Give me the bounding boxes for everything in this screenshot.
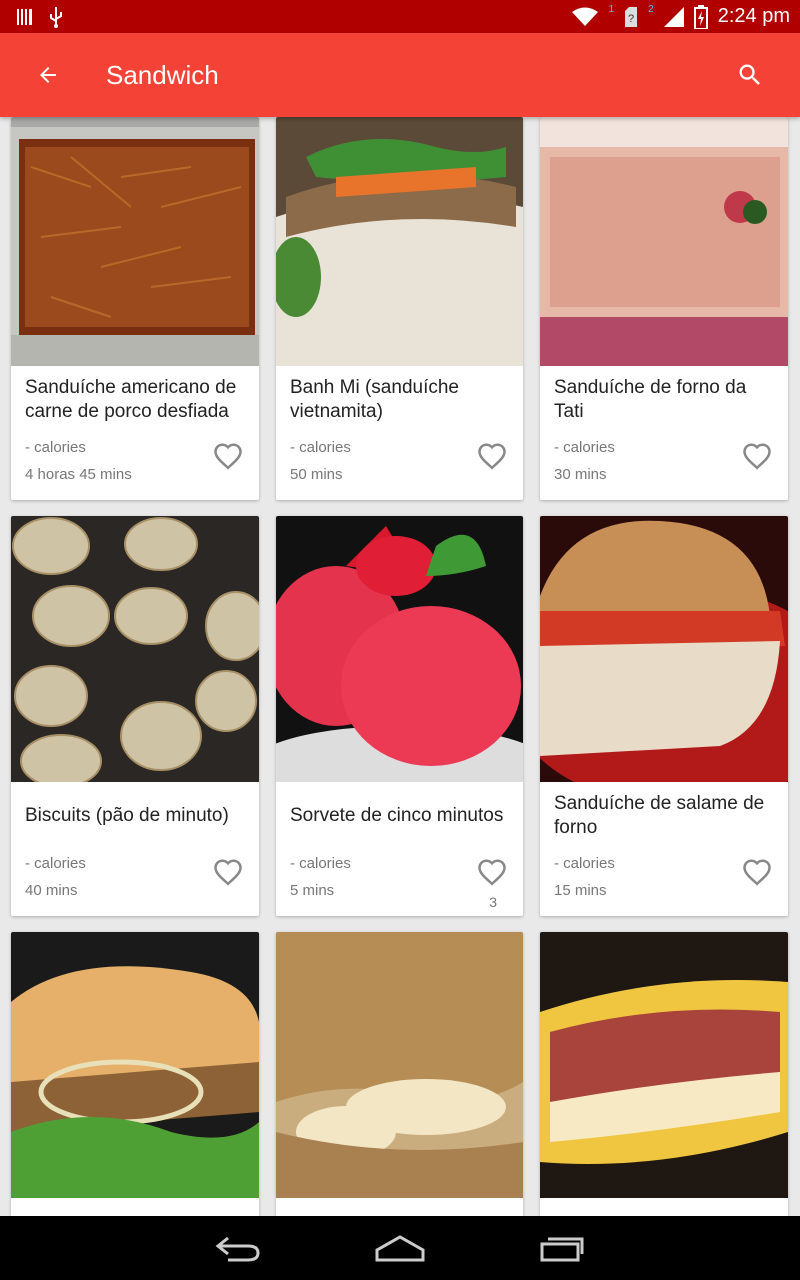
sim2-label: 2: [648, 4, 654, 15]
recipe-card[interactable]: Banh Mi (sanduíche vietnamita) - calorie…: [276, 117, 523, 500]
recipe-card[interactable]: [11, 932, 259, 1216]
sim-unknown-icon: ?: [625, 6, 638, 27]
svg-text:?: ?: [628, 13, 634, 25]
search-icon: [739, 64, 760, 85]
favorite-heart-icon[interactable]: [742, 442, 772, 470]
battery-charging-icon: [693, 4, 708, 29]
recipe-time: 15 mins: [554, 882, 607, 899]
recipe-photo: [540, 932, 788, 1198]
barcode-icon: [17, 8, 32, 25]
recipe-title: Sanduíche americano de carne de porco de…: [25, 377, 237, 422]
recipe-card[interactable]: Sanduíche de salame de forno - calories …: [540, 516, 788, 916]
back-nav-icon[interactable]: [214, 1234, 262, 1262]
recipe-photo: [276, 932, 523, 1198]
recipe-calories: - calories: [25, 439, 86, 456]
recipe-title: [554, 1208, 774, 1216]
system-nav-bar: [0, 1216, 800, 1280]
favorite-heart-icon[interactable]: [477, 442, 507, 470]
recipe-card[interactable]: Sanduíche americano de carne de porco de…: [11, 117, 259, 500]
favorite-heart-icon[interactable]: [477, 858, 507, 886]
status-bar: 1 ? 2 2:24 pm: [0, 0, 800, 33]
recipe-card[interactable]: Biscuits (pão de minuto) - calories 40 m…: [11, 516, 259, 916]
recipe-calories: - calories: [25, 855, 86, 872]
home-nav-icon[interactable]: [374, 1234, 426, 1262]
status-time: 2:24 pm: [717, 5, 790, 27]
recipe-calories: - calories: [554, 439, 615, 456]
recipe-title: [290, 1208, 509, 1216]
recipe-time: 30 mins: [554, 466, 607, 483]
arrow-back-icon: [40, 67, 56, 83]
recipe-photo: [540, 516, 788, 782]
recipe-photo: [276, 117, 523, 366]
recipe-card[interactable]: Sorvete de cinco minutos - calories 5 mi…: [276, 516, 523, 916]
search-button[interactable]: [726, 51, 774, 99]
wifi-icon: [571, 7, 598, 26]
recipe-list[interactable]: Sanduíche americano de carne de porco de…: [0, 117, 800, 1216]
page-title: Sandwich: [106, 59, 219, 90]
recipe-photo: [11, 117, 259, 366]
recipe-card[interactable]: Sanduíche de forno da Tati - calories 30…: [540, 117, 788, 500]
recipe-card[interactable]: [276, 932, 523, 1216]
favorite-heart-icon[interactable]: [742, 858, 772, 886]
recipe-photo: [276, 516, 523, 782]
recipe-photo: [540, 117, 788, 366]
app-bar: Sandwich: [0, 33, 800, 117]
recipe-card[interactable]: [540, 932, 788, 1216]
sim1-label: 1: [608, 4, 615, 15]
signal-icon: [663, 6, 684, 27]
recipe-title: Biscuits (pão de minuto): [25, 805, 229, 826]
recipe-calories: - calories: [554, 855, 615, 872]
recipe-title: Banh Mi (sanduíche vietnamita): [290, 377, 459, 422]
recipe-photo: [11, 932, 259, 1198]
usb-icon: [50, 6, 62, 28]
like-count: 3: [489, 894, 497, 910]
recipe-title: Sanduíche de salame de forno: [554, 793, 765, 838]
back-button[interactable]: [24, 51, 72, 99]
favorite-heart-icon[interactable]: [213, 442, 243, 470]
recipe-title: [25, 1208, 245, 1216]
recipe-photo: [11, 516, 259, 782]
recipe-time: 4 horas 45 mins: [25, 466, 132, 483]
recents-nav-icon[interactable]: [538, 1234, 586, 1262]
favorite-heart-icon[interactable]: [213, 858, 243, 886]
recipe-title: Sorvete de cinco minutos: [290, 805, 504, 826]
recipe-title: Sanduíche de forno da Tati: [554, 377, 747, 422]
recipe-time: 40 mins: [25, 882, 78, 899]
